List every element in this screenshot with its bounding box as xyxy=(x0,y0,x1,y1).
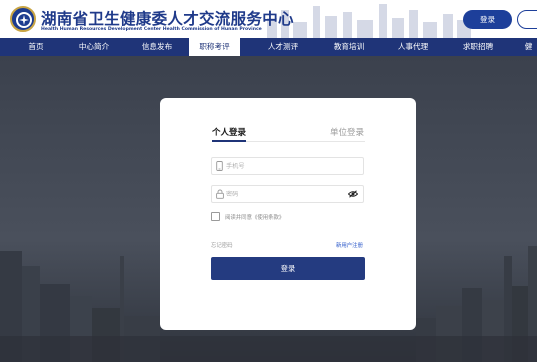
lock-icon xyxy=(216,189,224,199)
nav-item-hr-agency[interactable]: 人事代理 xyxy=(390,38,436,56)
nav-item-home[interactable]: 首页 xyxy=(19,38,53,56)
new-user-register-link[interactable]: 新用户注册 xyxy=(336,241,363,249)
phone-field xyxy=(211,157,364,175)
header-register-button[interactable] xyxy=(517,10,537,29)
password-field xyxy=(211,185,364,203)
forgot-password-link[interactable]: 忘记密码 xyxy=(211,241,233,249)
login-card: 个人登录 单位登录 阅读并同意《使用条款》 忘记密码 新用户注册 登录 xyxy=(160,98,416,330)
nav-item-education[interactable]: 教育培训 xyxy=(325,38,373,56)
site-logo[interactable] xyxy=(10,6,36,32)
nav-item-about[interactable]: 中心简介 xyxy=(72,38,116,56)
eye-hidden-icon[interactable] xyxy=(348,190,358,198)
active-tab-indicator xyxy=(212,140,246,142)
nav-item-recruitment[interactable]: 求职招聘 xyxy=(454,38,502,56)
site-header: 湖南省卫生健康委人才交流服务中心 Health Human Resources … xyxy=(0,0,537,38)
logo-emblem-icon xyxy=(16,12,32,28)
site-subtitle-en: Health Human Resources Development Cente… xyxy=(41,27,262,32)
main-nav: 首页 中心简介 信息发布 职称考评 人才测评 教育培训 人事代理 求职招聘 健 xyxy=(0,38,537,56)
tab-personal-login[interactable]: 个人登录 xyxy=(212,126,246,138)
agree-terms-checkbox[interactable] xyxy=(211,212,220,221)
password-input[interactable] xyxy=(226,186,346,202)
nav-item-health[interactable]: 健 xyxy=(520,38,537,56)
agree-terms-label[interactable]: 阅读并同意《使用条款》 xyxy=(225,213,284,221)
tab-unit-login[interactable]: 单位登录 xyxy=(330,126,364,138)
header-login-button[interactable]: 登录 xyxy=(463,10,512,29)
nav-item-talent-assessment[interactable]: 人才测评 xyxy=(260,38,306,56)
site-title: 湖南省卫生健康委人才交流服务中心 xyxy=(41,10,294,28)
phone-icon xyxy=(216,161,223,171)
phone-input[interactable] xyxy=(226,158,346,174)
nav-item-news[interactable]: 信息发布 xyxy=(134,38,180,56)
nav-item-title-evaluation[interactable]: 职称考评 xyxy=(189,38,240,56)
login-submit-button[interactable]: 登录 xyxy=(211,257,365,280)
